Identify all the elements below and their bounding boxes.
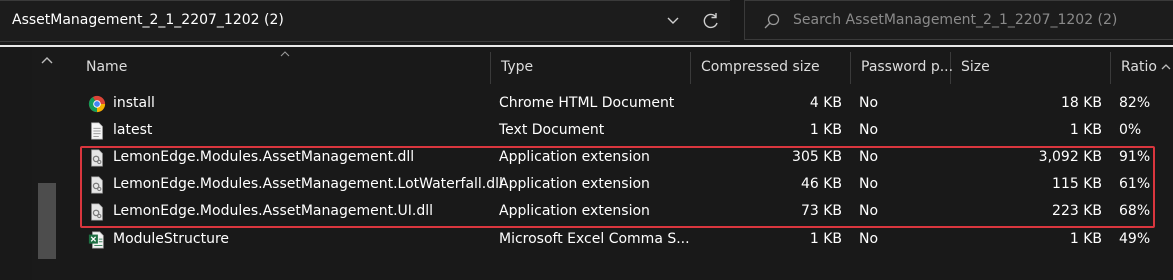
column-size-label: Size (961, 59, 990, 75)
top-bar: AssetManagement_2_1_2207_1202 (2) Search… (0, 0, 1173, 44)
column-name[interactable]: Name (76, 52, 491, 84)
column-compressed-size-label: Compressed size (701, 59, 820, 75)
file-type: Chrome HTML Document (499, 95, 675, 111)
file-ratio: 49% (1119, 231, 1151, 247)
search-icon (764, 13, 780, 29)
file-list-scrollbar[interactable] (1159, 47, 1173, 280)
chrome-icon (88, 95, 106, 113)
column-password-protected[interactable]: Password p... (851, 52, 954, 84)
file-password: No (859, 231, 879, 247)
file-name[interactable]: ModuleStructure (113, 231, 229, 247)
file-compressed-size: 1 KB (809, 231, 842, 247)
file-type: Microsoft Excel Comma S... (499, 231, 690, 247)
file-size: 1 KB (1069, 231, 1102, 247)
divider (0, 45, 1173, 47)
file-type: Text Document (499, 122, 605, 138)
scroll-up-icon[interactable] (1160, 62, 1172, 70)
file-ratio: 82% (1119, 95, 1151, 111)
file-compressed-size: 1 KB (809, 122, 842, 138)
address-bar[interactable]: AssetManagement_2_1_2207_1202 (2) (0, 0, 730, 42)
column-header: Name Type Compressed size Password p... … (62, 52, 1159, 84)
file-compressed-size: 4 KB (809, 95, 842, 111)
column-name-label: Name (86, 59, 128, 75)
file-password: No (859, 95, 879, 111)
file-size: 18 KB (1060, 95, 1102, 111)
file-row[interactable]: latest Text Document 1 KB No 1 KB 0% (62, 118, 1159, 145)
scrollbar-thumb[interactable] (38, 183, 56, 259)
file-row[interactable]: ModuleStructure Microsoft Excel Comma S.… (62, 227, 1159, 254)
column-ratio[interactable]: Ratio (1111, 52, 1159, 84)
scroll-up-icon[interactable] (40, 55, 54, 65)
column-size[interactable]: Size (951, 52, 1111, 84)
file-password: No (859, 122, 879, 138)
column-password-protected-label: Password p... (861, 59, 954, 75)
column-ratio-label: Ratio (1121, 59, 1157, 75)
search-input[interactable]: Search AssetManagement_2_1_2207_1202 (2) (793, 12, 1117, 28)
highlight-box (80, 146, 1155, 228)
file-name[interactable]: latest (113, 122, 152, 138)
file-ratio: 0% (1119, 122, 1142, 138)
chevron-down-icon[interactable] (664, 11, 682, 29)
search-box[interactable]: Search AssetManagement_2_1_2207_1202 (2) (744, 0, 1173, 40)
file-size: 1 KB (1069, 122, 1102, 138)
excel-csv-icon (88, 231, 104, 249)
text-file-icon (91, 122, 103, 140)
file-name[interactable]: install (113, 95, 155, 111)
file-row[interactable]: install Chrome HTML Document 4 KB No 18 … (62, 91, 1159, 118)
column-compressed-size[interactable]: Compressed size (691, 52, 851, 84)
address-path[interactable]: AssetManagement_2_1_2207_1202 (2) (12, 12, 284, 28)
refresh-icon[interactable] (700, 10, 722, 32)
column-type[interactable]: Type (491, 52, 691, 84)
column-type-label: Type (501, 59, 534, 75)
